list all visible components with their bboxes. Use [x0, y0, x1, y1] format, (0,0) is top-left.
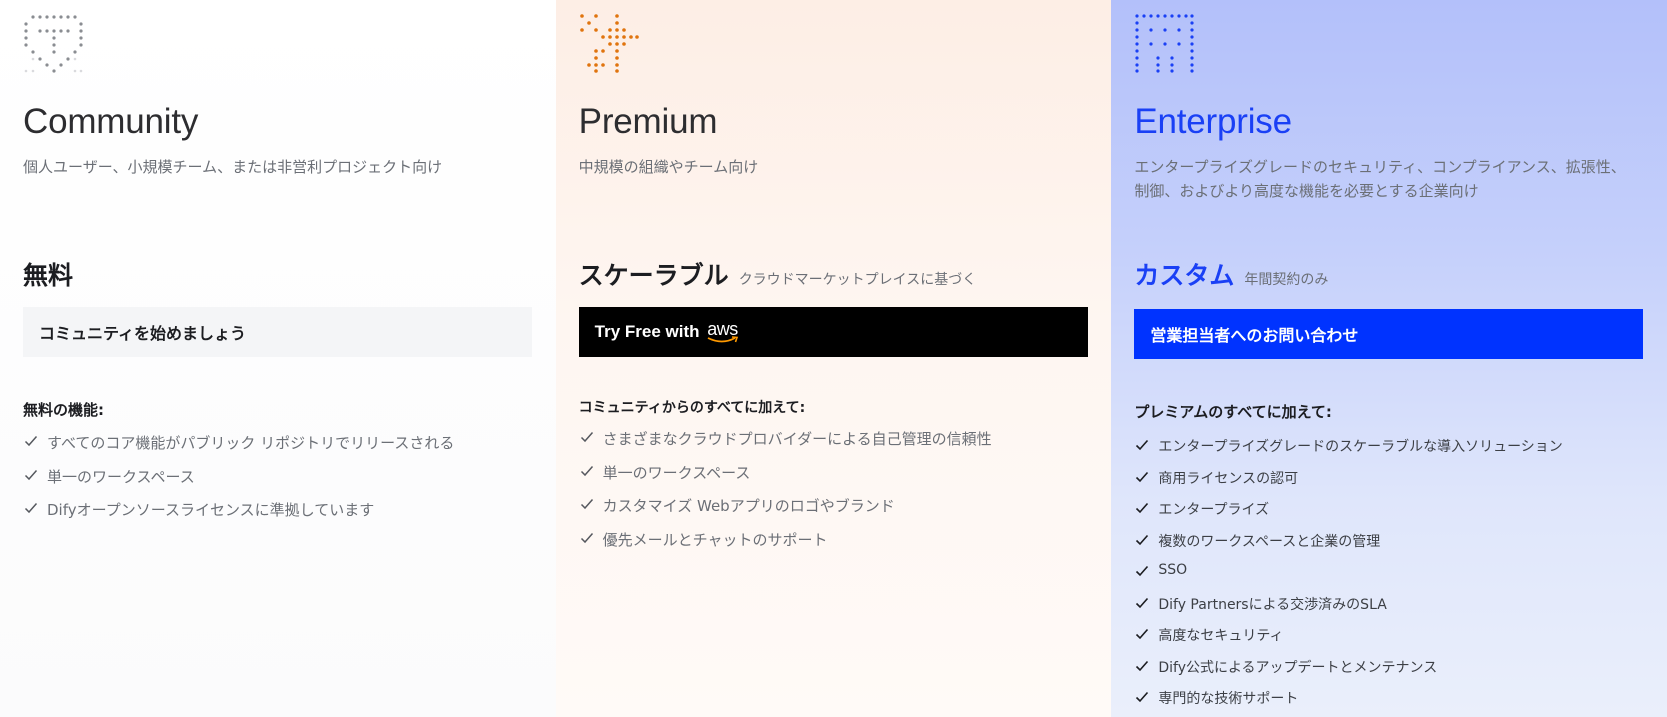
feature-list: さまざまなクラウドプロバイダーによる自己管理の信頼性 単一のワークスペース カス…: [579, 428, 992, 562]
plan-premium: Premium 中規模の組織やチーム向け スケーラブル クラウドマーケットプレイ…: [555, 0, 1112, 717]
check-icon: [24, 469, 38, 480]
feature-item: Dify公式によるアップデートとメンテナンス: [1134, 657, 1562, 689]
check-icon: [1136, 660, 1149, 671]
feature-text: 複数のワークスペースと企業の管理: [1158, 533, 1381, 550]
check-icon: [24, 436, 38, 447]
feature-text: 優先メールとチャットのサポート: [602, 530, 828, 549]
plan-description: 中規模の組織やチーム向け: [578, 158, 759, 176]
feature-item: Dify Partnersによる交渉済みのSLA: [1134, 594, 1562, 626]
feature-text: エンタープライズグレードのスケーラブルな導入ソリューション: [1158, 439, 1563, 455]
feature-text: 商用ライセンスの認可: [1158, 470, 1299, 487]
feature-text: 専門的な技術サポート: [1158, 691, 1299, 707]
feature-item: 専門的な技術サポート: [1134, 688, 1562, 717]
feature-item: 複数のワークスペースと企業の管理: [1134, 531, 1562, 563]
feature-item: 高度なセキュリティ: [1134, 625, 1562, 657]
features-title: 無料の機能:: [23, 401, 104, 419]
price-row: スケーラブル クラウドマーケットプレイスに基づく: [579, 256, 977, 292]
aws-logo: aws: [707, 320, 739, 344]
check-icon: [1136, 471, 1149, 482]
check-icon: [1136, 502, 1149, 514]
feature-item: 単一のワークスペース: [579, 462, 992, 496]
feature-item: SSO: [1134, 562, 1562, 594]
check-icon: [24, 503, 38, 514]
feature-text: カスタマイズ Webアプリのロゴやブランド: [602, 497, 895, 515]
feature-text: 単一のワークスペース: [602, 463, 751, 482]
features-title: プレミアムのすべてに加えて:: [1134, 403, 1332, 421]
feature-item: すべてのコア機能がパブリック リポジトリでリリースされる: [23, 432, 454, 466]
price-note: 年間契約のみ: [1244, 272, 1329, 288]
feature-item: エンタープライズ: [1134, 499, 1562, 531]
check-icon: [580, 432, 593, 443]
feature-item: カスタマイズ Webアプリのロゴやブランド: [579, 495, 992, 529]
feature-text: Dify公式によるアップデートとメンテナンス: [1158, 659, 1438, 676]
cta-label: Try Free with: [594, 322, 700, 341]
plan-name: Premium: [578, 102, 718, 141]
plan-description: 個人ユーザー、小規模チーム、または非営利プロジェクト向け: [23, 158, 443, 176]
aws-smile-icon: [707, 336, 738, 343]
feature-text: 高度なセキュリティ: [1158, 628, 1284, 644]
feature-text: すべてのコア機能がパブリック リポジトリでリリースされる: [47, 434, 455, 452]
plan-name: Enterprise: [1134, 102, 1292, 141]
check-icon: [1136, 534, 1149, 545]
check-icon: [1136, 439, 1149, 451]
feature-text: 単一のワークスペース: [47, 467, 195, 486]
cross-dots-icon: [579, 14, 639, 73]
price-row: 無料: [23, 256, 73, 292]
shield-dots-icon: [24, 15, 83, 73]
plan-price: 無料: [23, 261, 74, 290]
plan-price: カスタム: [1134, 261, 1235, 290]
feature-text: Dify Partnersによる交渉済みのSLA: [1158, 596, 1387, 613]
check-icon: [580, 499, 593, 510]
feature-text: エンタープライズ: [1158, 502, 1270, 518]
feature-text: Difyオープンソースライセンスに準拠しています: [47, 501, 375, 519]
pricing-plans: Community 個人ユーザー、小規模チーム、または非営利プロジェクト向け 無…: [0, 0, 1667, 717]
feature-text: SSO: [1158, 562, 1188, 578]
plan-community: Community 個人ユーザー、小規模チーム、または非営利プロジェクト向け 無…: [0, 0, 556, 717]
feature-text: さまざまなクラウドプロバイダーによる自己管理の信頼性: [602, 430, 992, 448]
feature-item: Difyオープンソースライセンスに準拠しています: [23, 499, 454, 533]
check-icon: [1136, 597, 1149, 608]
feature-item: 優先メールとチャットのサポート: [579, 529, 992, 563]
building-dots-icon: [1135, 14, 1194, 73]
features-title: コミュニティからのすべてに加えて:: [578, 400, 806, 416]
check-icon: [580, 532, 593, 543]
feature-list: すべてのコア機能がパブリック リポジトリでリリースされる 単一のワークスペース …: [23, 432, 454, 533]
feature-list: エンタープライズグレードのスケーラブルな導入ソリューション 商用ライセンスの認可…: [1134, 436, 1563, 717]
feature-item: さまざまなクラウドプロバイダーによる自己管理の信頼性: [579, 428, 992, 462]
check-icon: [1136, 565, 1149, 577]
price-note: クラウドマーケットプレイスに基づく: [738, 272, 977, 288]
check-icon: [1136, 691, 1149, 703]
price-row: カスタム 年間契約のみ: [1134, 256, 1328, 292]
try-free-aws-button[interactable]: Try Free with aws: [578, 307, 1088, 357]
contact-sales-button[interactable]: 営業担当者へのお問い合わせ: [1134, 309, 1644, 359]
check-icon: [580, 465, 593, 476]
feature-item: 単一のワークスペース: [23, 466, 454, 500]
start-community-button[interactable]: コミュニティを始めましょう: [23, 307, 532, 357]
plan-enterprise: Enterprise エンタープライズグレードのセキュリティ、コンプライアンス、…: [1111, 0, 1667, 717]
plan-name: Community: [23, 102, 199, 141]
plan-price: スケーラブル: [578, 261, 729, 290]
feature-item: 商用ライセンスの認可: [1134, 468, 1562, 500]
plan-description: エンタープライズグレードのセキュリティ、コンプライアンス、拡張性、制御、およびよ…: [1134, 158, 1626, 200]
feature-item: エンタープライズグレードのスケーラブルな導入ソリューション: [1134, 436, 1563, 468]
check-icon: [1136, 628, 1149, 640]
